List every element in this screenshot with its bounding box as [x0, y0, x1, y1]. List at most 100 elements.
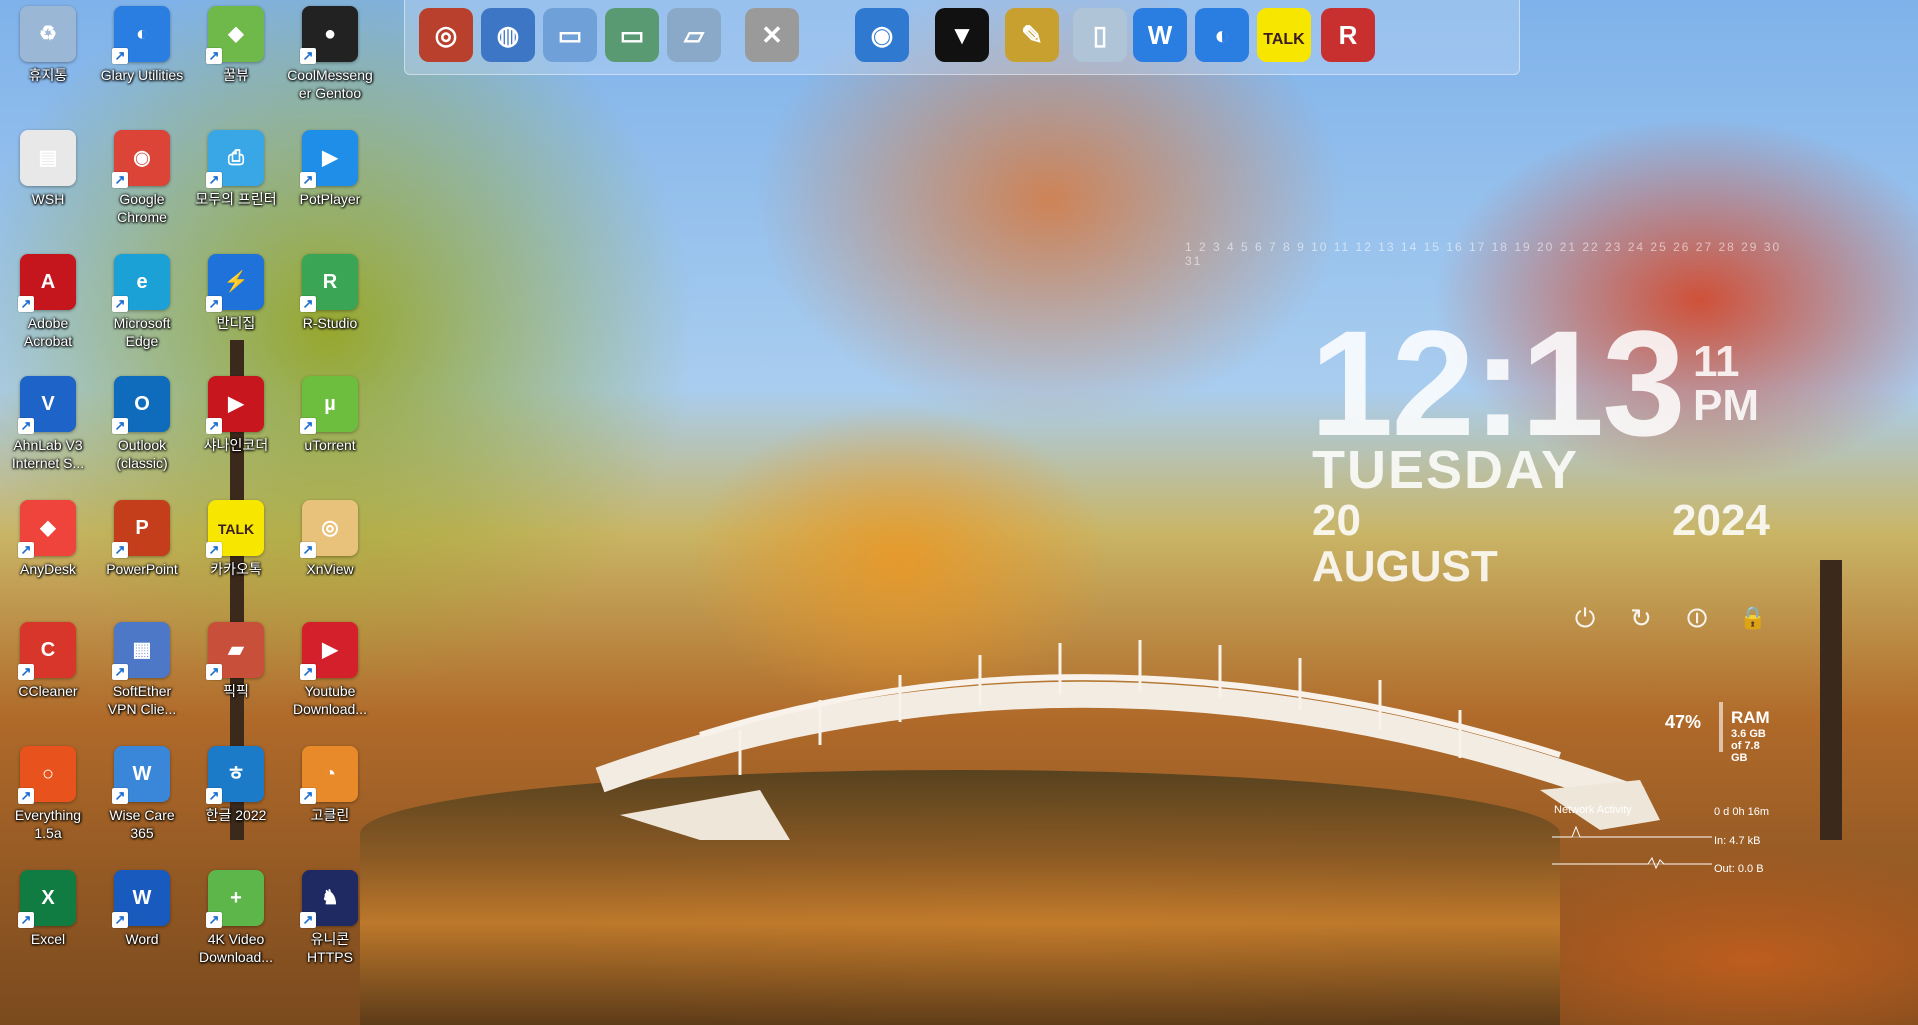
desktop-icon-label: Glary Utilities — [100, 67, 184, 83]
tshirt-icon: ▼ — [949, 20, 975, 50]
dock-item-r-studio-dock[interactable]: R — [1321, 8, 1375, 62]
restart-icon: ↻ — [1630, 603, 1652, 633]
icon-glyph: ◔ — [323, 763, 337, 785]
desktop-icon-glary-utilities[interactable]: ◐ ↗ Glary Utilities — [96, 0, 188, 116]
dock-item-open-folder[interactable]: ▱ — [667, 8, 721, 62]
shortcut-arrow-icon: ↗ — [112, 912, 128, 928]
desktop-icon-label: Adobe Acrobat — [23, 315, 73, 349]
desktop-icon-label: 카카오톡 — [210, 561, 262, 577]
printer-icon: ⎙ ↗ — [206, 130, 264, 188]
network-title: Network Activity — [1554, 804, 1632, 816]
lock-icon: 🔒 — [1739, 605, 1767, 630]
desktop-icon-r-studio[interactable]: R ↗ R-Studio — [284, 248, 376, 364]
dock-item-kakaotalk-dock[interactable]: TALK — [1257, 8, 1311, 62]
icon-glyph: ◆ — [40, 517, 56, 539]
dock-item-hammer-spark[interactable]: ✎ — [1005, 8, 1059, 62]
youtube-downloader-icon: ▶ ↗ — [300, 622, 358, 680]
desktop-icon-softether[interactable]: ▦ ↗ SoftEther VPN Clie... — [96, 616, 188, 732]
desktop-icon-utorrent[interactable]: µ ↗ uTorrent — [284, 370, 376, 486]
everything-search-icon: ○ ↗ — [18, 746, 76, 804]
shutdown-button[interactable]: ⏼ — [1679, 600, 1715, 636]
desktop-icon-penguin[interactable]: ● ↗ CoolMessenger Gentoo — [284, 0, 376, 116]
desktop-icon-bandizip[interactable]: ⚡ ↗ 반디집 — [190, 248, 282, 364]
icon-glyph: ♞ — [321, 887, 339, 909]
restart-button[interactable]: ↻ — [1623, 600, 1659, 636]
wise-care-icon: W ↗ — [112, 746, 170, 804]
desktop-icon-picpick[interactable]: ▰ ↗ 픽픽 — [190, 616, 282, 732]
shortcut-arrow-icon: ↗ — [300, 542, 316, 558]
desktop-icon-recycle-bin[interactable]: ♻ 휴지통 — [2, 0, 94, 116]
icon-glyph: ◉ — [133, 147, 151, 169]
dock-item-folder[interactable]: ▭ — [543, 8, 597, 62]
desktop-icon-wise-care[interactable]: W ↗ Wise Care 365 — [96, 740, 188, 856]
desktop-icon-edge[interactable]: e ↗ Microsoft Edge — [96, 248, 188, 364]
desktop-icon-powerpoint[interactable]: P ↗ PowerPoint — [96, 494, 188, 610]
desktop-icon-anydesk[interactable]: ◆ ↗ AnyDesk — [2, 494, 94, 610]
power-timer-button[interactable]: ⏻ — [1567, 600, 1603, 636]
desktop-icon-honeyview[interactable]: ◆ ↗ 꿀뷰 — [190, 0, 282, 116]
lock-button[interactable]: 🔒 — [1735, 600, 1771, 636]
desktop-icon-label: WSH — [31, 191, 65, 207]
open-folder-icon: ▱ — [684, 20, 704, 50]
dock-item-glary-crescent[interactable]: ◐ — [1195, 8, 1249, 62]
edge-icon: e ↗ — [112, 254, 170, 312]
shortcut-arrow-icon: ↗ — [300, 664, 316, 680]
dock-item-tshirt[interactable]: ▼ — [935, 8, 989, 62]
shortcut-arrow-icon: ↗ — [300, 296, 316, 312]
desktop-icon-label: AhnLab V3 Internet S... — [11, 437, 85, 471]
desktop-icon-label: XnView — [306, 561, 354, 577]
tools-hammer-wrench-icon: ✕ — [761, 20, 783, 50]
dock-item-trash-can[interactable]: ▯ — [1073, 8, 1127, 62]
folder-icon: ▭ — [557, 20, 583, 50]
desktop-icon-blank-file[interactable]: ▤ WSH — [2, 124, 94, 240]
desktop-icon-excel[interactable]: X ↗ Excel — [2, 864, 94, 980]
wise-shield-icon: W — [1147, 20, 1173, 50]
desktop-icon-label: CoolMessenger Gentoo — [287, 67, 373, 101]
dock-item-globe[interactable]: ◉ — [855, 8, 909, 62]
desktop-icon-shana-encoder[interactable]: ▶ ↗ 샤나인코더 — [190, 370, 282, 486]
desktop-icon-outlook[interactable]: O ↗ Outlook (classic) — [96, 370, 188, 486]
desktop-icon-word[interactable]: W ↗ Word — [96, 864, 188, 980]
desktop-icon-hangul[interactable]: ㅎ ↗ 한글 2022 — [190, 740, 282, 856]
desktop-icon-acrobat[interactable]: A ↗ Adobe Acrobat — [2, 248, 94, 364]
desktop-icon-ccleaner[interactable]: C ↗ CCleaner — [2, 616, 94, 732]
icon-glyph: W — [132, 763, 152, 785]
desktop-icon-xnview[interactable]: ◎ ↗ XnView — [284, 494, 376, 610]
icon-glyph: ○ — [41, 763, 55, 785]
xnview-icon: ◎ ↗ — [300, 500, 358, 558]
glary-utilities-icon: ◐ ↗ — [112, 6, 170, 64]
shortcut-arrow-icon: ↗ — [206, 788, 222, 804]
dock-item-cd-player[interactable]: ◎ — [419, 8, 473, 62]
desktop-icon-chrome[interactable]: ◉ ↗ Google Chrome — [96, 124, 188, 240]
desktop-icon-kakaotalk[interactable]: TALK ↗ 카카오톡 — [190, 494, 282, 610]
desktop-icon-unicorn-https[interactable]: ♞ ↗ 유니콘 HTTPS — [284, 864, 376, 980]
recycle-bin-icon: ♻ — [20, 6, 76, 62]
desktop-icon-4k-downloader[interactable]: + ↗ 4K Video Download... — [190, 864, 282, 980]
dock-item-wise-shield[interactable]: W — [1133, 8, 1187, 62]
desktop-icon-label: 반디집 — [216, 315, 256, 331]
kakaotalk-icon: TALK ↗ — [206, 500, 264, 558]
icon-glyph: ● — [323, 23, 337, 45]
shortcut-arrow-icon: ↗ — [18, 418, 34, 434]
dock-item-folder-green[interactable]: ▭ — [605, 8, 659, 62]
desktop-icon-label: Outlook (classic) — [116, 437, 168, 471]
kakaotalk-dock-icon: TALK — [1263, 31, 1305, 48]
desktop-icon-ahnlab[interactable]: V ↗ AhnLab V3 Internet S... — [2, 370, 94, 486]
shortcut-arrow-icon: ↗ — [112, 172, 128, 188]
desktop-icon-potplayer[interactable]: ▶ ↗ PotPlayer — [284, 124, 376, 240]
desktop-icon-goclean[interactable]: ◔ ↗ 고클린 — [284, 740, 376, 856]
desktop-icon-everything-search[interactable]: ○ ↗ Everything 1.5a — [2, 740, 94, 856]
goclean-icon: ◔ ↗ — [300, 746, 358, 804]
clock-day-month: 20 AUGUST — [1312, 496, 1498, 591]
dock-item-globe-documents[interactable]: ◍ — [481, 8, 535, 62]
honeyview-icon: ◆ ↗ — [206, 6, 264, 64]
icon-glyph: ▶ — [322, 639, 338, 661]
dock-item-tools-hammer-wrench[interactable]: ✕ — [745, 8, 799, 62]
shutdown-icon: ⏼ — [1686, 603, 1708, 633]
desktop-icon-printer[interactable]: ⎙ ↗ 모두의 프린터 — [190, 124, 282, 240]
icon-glyph: ◆ — [228, 23, 244, 45]
shortcut-arrow-icon: ↗ — [206, 418, 222, 434]
clock-ampm: PM — [1693, 381, 1759, 430]
clock-year: 2024 — [1672, 496, 1770, 545]
desktop-icon-youtube-downloader[interactable]: ▶ ↗ Youtube Download... — [284, 616, 376, 732]
